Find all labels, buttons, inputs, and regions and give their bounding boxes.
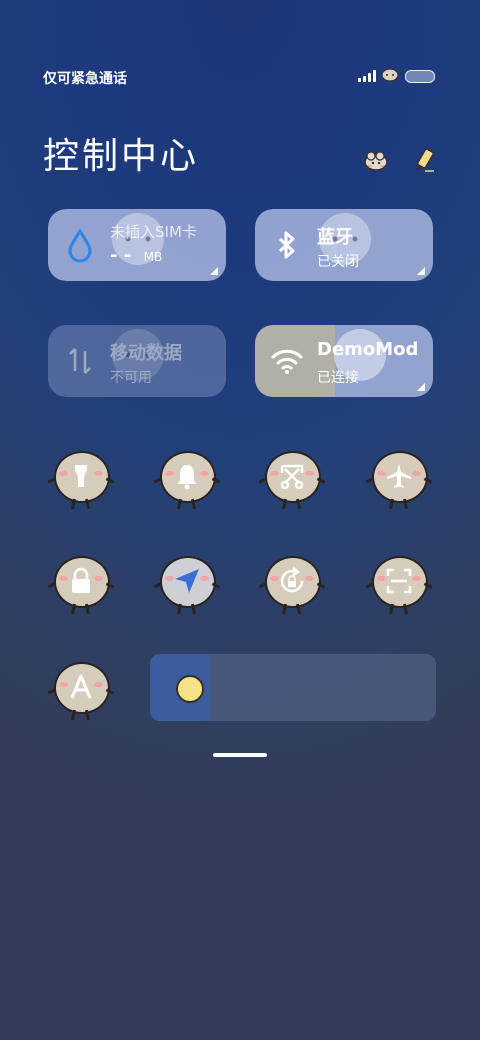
- airplane-toggle[interactable]: [365, 449, 433, 511]
- signal-icon: [358, 70, 378, 82]
- brightness-slider[interactable]: [150, 654, 436, 721]
- bluetooth-tile[interactable]: 蓝牙 已关闭: [255, 209, 433, 281]
- flashlight-icon: [75, 465, 87, 487]
- expand-corner-icon: [417, 383, 425, 391]
- mobile-data-label: 移动数据: [110, 343, 182, 364]
- data-usage-value: - - MB: [110, 245, 162, 266]
- airplane-icon: [387, 464, 411, 488]
- data-usage-title: 未插入SIM卡: [110, 223, 197, 241]
- scan-icon: [386, 568, 412, 594]
- location-toggle[interactable]: [153, 554, 221, 616]
- status-text: 仅可紧急通话: [43, 71, 127, 87]
- wifi-tile[interactable]: DemoMod 已连接: [255, 325, 433, 397]
- mobile-data-status: 不可用: [110, 370, 152, 386]
- bluetooth-label: 蓝牙: [317, 227, 353, 248]
- page-title: 控制中心: [43, 136, 200, 177]
- scanner-toggle[interactable]: [365, 554, 433, 616]
- sheep-icon[interactable]: [362, 146, 390, 174]
- data-usage-unit: MB: [143, 250, 163, 264]
- letter-a-icon: [70, 674, 92, 699]
- data-usage-number: - -: [110, 245, 132, 266]
- wifi-network-name: DemoMod: [317, 339, 419, 360]
- scissors-icon: [280, 464, 304, 490]
- water-drop-icon: [68, 228, 92, 263]
- edit-icon[interactable]: [410, 146, 438, 174]
- sheep-mini-icon: [381, 68, 399, 82]
- brightness-knob-icon[interactable]: [176, 675, 204, 703]
- mobile-data-usage-tile[interactable]: 未插入SIM卡 - - MB: [48, 209, 226, 281]
- flashlight-toggle[interactable]: [47, 449, 115, 511]
- sound-toggle[interactable]: [153, 449, 221, 511]
- screenshot-toggle[interactable]: [258, 449, 326, 511]
- battery-icon: [405, 70, 435, 83]
- rotation-lock-toggle[interactable]: [258, 554, 326, 616]
- drag-handle[interactable]: [213, 753, 267, 757]
- bluetooth-icon: [278, 231, 295, 259]
- wifi-icon: [271, 349, 303, 374]
- bell-icon: [177, 465, 197, 490]
- data-arrows-icon: [69, 348, 91, 374]
- expand-corner-icon: [210, 267, 218, 275]
- location-arrow-icon: [175, 569, 199, 593]
- rotation-lock-icon: [280, 567, 304, 593]
- auto-brightness-toggle[interactable]: [47, 660, 115, 722]
- bluetooth-status: 已关闭: [317, 254, 359, 270]
- expand-corner-icon: [417, 267, 425, 275]
- lock-icon: [72, 567, 90, 593]
- lock-screen-toggle[interactable]: [47, 554, 115, 616]
- mobile-data-tile[interactable]: 移动数据 不可用: [48, 325, 226, 397]
- status-bar: 仅可紧急通话: [0, 60, 480, 90]
- wifi-status: 已连接: [317, 370, 359, 386]
